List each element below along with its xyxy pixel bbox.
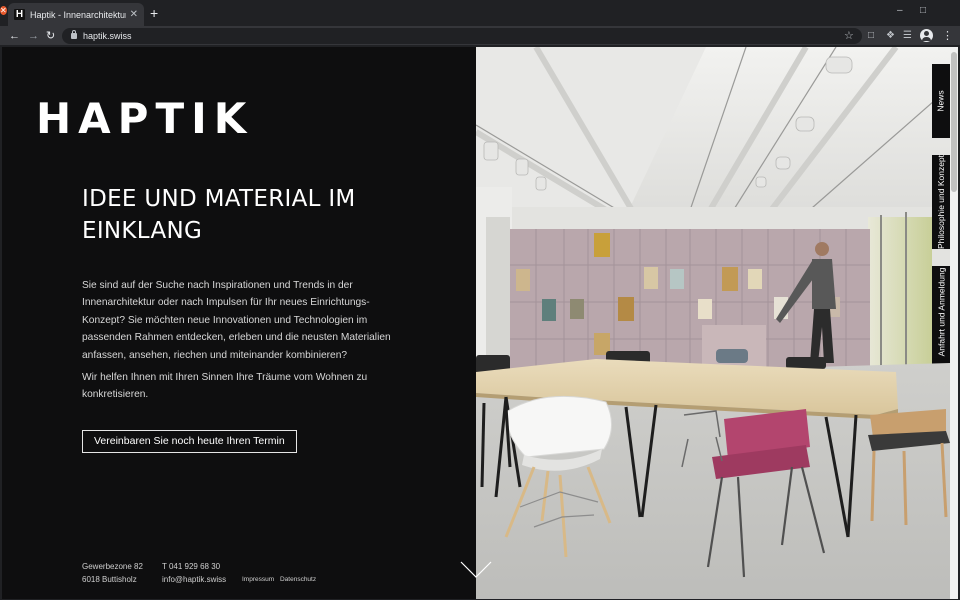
side-tab-news[interactable]: News (932, 64, 950, 138)
back-arrow-icon[interactable]: ← (9, 29, 20, 43)
star-icon[interactable]: ☆ (844, 29, 854, 42)
intro-paragraph: Wir helfen Ihnen mit Ihren Sinnen Ihre T… (82, 372, 368, 401)
browser-toolbar: ← → ↻ haptik.swiss ☆ □ ❖ ☰ ⋮ (0, 26, 960, 46)
footer-contact: T 041 929 68 30 info@haptik.swiss (162, 560, 226, 586)
email-link[interactable]: info@haptik.swiss (162, 573, 226, 586)
profile-icon[interactable] (920, 29, 933, 42)
menu-icon[interactable]: ⋮ (942, 29, 953, 43)
haptik-favicon-icon: H (14, 9, 25, 20)
media-icon[interactable]: ☰ (903, 29, 912, 43)
showroom-photo (476, 47, 950, 599)
url-text[interactable]: haptik.swiss (83, 31, 132, 41)
intro-paragraph: Sie sind auf der Suche nach Inspiratione… (82, 280, 391, 361)
side-tab-philosophie[interactable]: Philosophie und Konzept (932, 155, 950, 249)
datenschutz-link[interactable]: Datenschutz (280, 576, 316, 583)
page-viewport: HAPTIK IDEE UND MATERIAL IM EINKLANG Sie… (2, 47, 958, 599)
window-maximize-icon[interactable]: □ (920, 5, 926, 16)
hero-text-panel: HAPTIK IDEE UND MATERIAL IM EINKLANG Sie… (2, 47, 476, 599)
address-city: 6018 Buttisholz (82, 575, 137, 584)
screenshot-icon[interactable]: □ (868, 29, 874, 43)
browser-tab-bar: H Haptik - Innenarchitektur ✕ + – □ ✕ (0, 0, 960, 26)
window-close-icon[interactable]: ✕ (0, 6, 7, 15)
tab-close-icon[interactable]: ✕ (130, 9, 138, 20)
footer-links: Impressum Datenschutz (242, 576, 320, 583)
browser-tab[interactable]: H Haptik - Innenarchitektur ✕ (8, 3, 144, 26)
scroll-down-chevron-icon[interactable] (459, 560, 493, 580)
tab-title: Haptik - Innenarchitektur (30, 9, 126, 20)
side-tab-anfahrt[interactable]: Anfahrt und Anmeldung (932, 266, 950, 358)
haptik-logo[interactable]: HAPTIK (36, 97, 253, 141)
side-tab-label: Anfahrt und Anmeldung (936, 267, 946, 357)
page-scrollbar[interactable] (950, 47, 958, 599)
puzzle-icon[interactable]: ❖ (886, 29, 895, 43)
intro-text: Sie sind auf der Suche nach Inspiratione… (82, 277, 402, 409)
appointment-button[interactable]: Vereinbaren Sie noch heute Ihren Termin (82, 430, 297, 453)
footer-address: Gewerbezone 82 6018 Buttisholz (82, 560, 143, 586)
page-headline: IDEE UND MATERIAL IM EINKLANG (82, 186, 356, 244)
address-street: Gewerbezone 82 (82, 562, 143, 571)
impressum-link[interactable]: Impressum (242, 576, 274, 583)
side-tab-label: Philosophie und Konzept (936, 154, 947, 250)
reload-icon[interactable]: ↻ (46, 29, 55, 43)
phone-number[interactable]: T 041 929 68 30 (162, 560, 226, 573)
scrollbar-thumb[interactable] (951, 52, 957, 192)
new-tab-button[interactable]: + (150, 6, 158, 20)
side-tab-label: News (936, 90, 947, 112)
address-bar[interactable]: haptik.swiss ☆ (62, 28, 862, 44)
forward-arrow-icon[interactable]: → (28, 29, 39, 43)
window-minimize-icon[interactable]: – (897, 5, 903, 16)
lock-icon[interactable] (71, 30, 77, 39)
